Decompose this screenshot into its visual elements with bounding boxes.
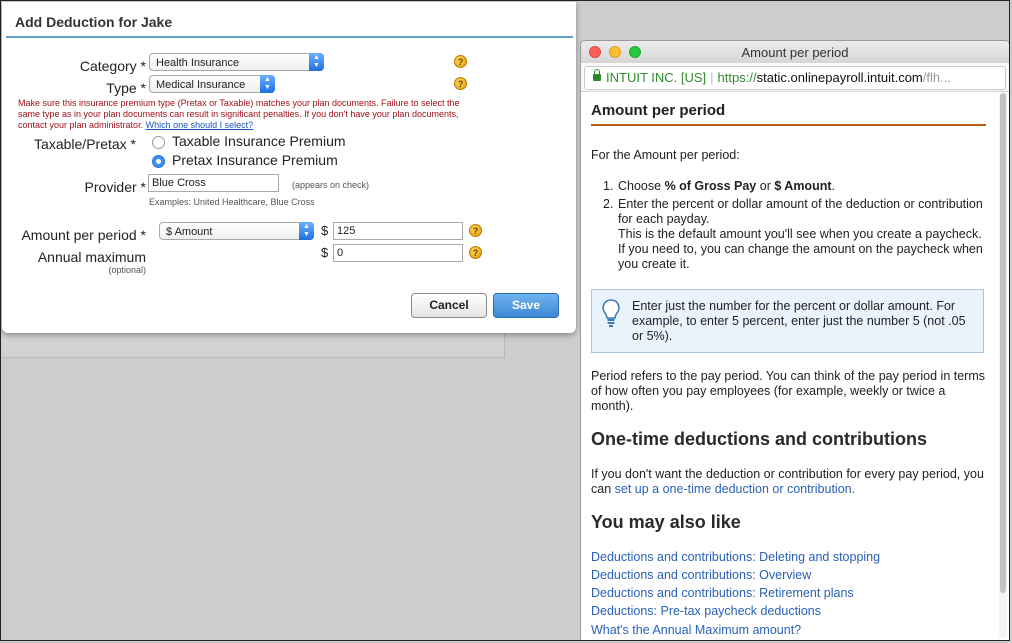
chevron-updown-icon: ▲ ▼ [309,53,324,71]
chevron-updown-icon: ▲ ▼ [260,75,275,93]
category-select-value: Health Insurance [156,57,240,69]
cancel-button[interactable]: Cancel [411,293,487,318]
provider-label: Provider * [84,179,146,195]
url-bar: INTUIT INC. [US] | https://static.onlinepa… [581,63,1009,92]
amount-type-select[interactable]: $ Amount ▲ ▼ [159,222,314,240]
url-host: static.onlinepayroll.intuit.com [756,70,923,85]
currency-symbol: $ [321,223,329,238]
url-scheme: https:// [717,70,757,85]
category-select[interactable]: Health Insurance ▲ ▼ [149,53,324,71]
tip-text: Enter just the number for the percent or… [632,299,966,343]
amount-input[interactable]: 125 [333,222,463,240]
annual-maximum-label: Annual maximum [37,249,146,265]
which-one-link[interactable]: Which one should I select? [146,120,254,130]
window-title: Amount per period [741,45,849,60]
tip-box: Enter just the number for the percent or… [591,289,984,353]
taxable-pretax-label: Taxable/Pretax * [34,136,136,152]
period-text: Period refers to the pay period. You can… [591,369,985,413]
url-org: INTUIT INC. [US] [606,70,707,85]
onetime-text: If you don't want the deduction or contr… [591,467,984,496]
help-icon[interactable]: ? [454,77,467,90]
taxable-radio-label[interactable]: Taxable Insurance Premium [172,133,346,149]
currency-symbol: $ [321,245,329,260]
provider-note: (appears on check) [292,180,370,190]
help-window: Amount per period INTUIT INC. [US] | https… [580,40,1010,641]
help-icon[interactable]: ? [469,246,482,259]
taxable-radio[interactable] [152,136,165,149]
related-link[interactable]: What's the Annual Maximum amount? [591,623,801,637]
related-link[interactable]: Deductions and contributions: Deleting a… [591,550,880,564]
window-titlebar: Amount per period [581,41,1009,64]
save-button[interactable]: Save [493,293,559,318]
intro-text: For the Amount per period: [591,148,740,162]
type-label: Type * [106,80,146,96]
annual-maximum-input[interactable]: 0 [333,244,463,262]
type-select[interactable]: Medical Insurance ▲ ▼ [149,75,275,93]
amount-per-period-label: Amount per period * [21,227,146,243]
category-label: Category * [79,58,146,74]
dialog-title-divider [6,36,573,38]
annual-optional-label: (optional) [108,265,146,275]
onetime-heading: One-time deductions and contributions [591,429,928,449]
onetime-link[interactable]: set up a one-time deduction or contribut… [615,482,855,496]
provider-input[interactable]: Blue Cross [148,174,279,192]
plan-documents-warning: Make sure this insurance premium type (P… [18,98,468,131]
heading-divider [591,124,986,126]
related-link[interactable]: Deductions: Pre-tax paycheck deductions [591,604,821,618]
related-heading: You may also like [591,512,741,532]
amount-type-value: $ Amount [166,226,213,238]
related-link[interactable]: Deductions and contributions: Retirement… [591,586,854,600]
provider-examples: Examples: United Healthcare, Blue Cross [149,197,315,207]
lock-icon [593,69,601,81]
chevron-updown-icon: ▲ ▼ [299,222,314,240]
help-heading: Amount per period [591,102,726,119]
background-panel [2,333,505,358]
dialog-title: Add Deduction for Jake [15,14,173,30]
url-path: /flh... [922,70,951,85]
help-icon[interactable]: ? [454,55,467,68]
scrollbar[interactable] [999,93,1007,638]
lightbulb-icon [602,299,620,327]
scrollbar-thumb[interactable] [1000,93,1006,593]
related-link[interactable]: Deductions and contributions: Overview [591,568,811,582]
pretax-radio-label[interactable]: Pretax Insurance Premium [172,152,338,168]
type-select-value: Medical Insurance [156,79,246,91]
pretax-radio[interactable] [152,155,165,168]
help-icon[interactable]: ? [469,224,482,237]
url-field[interactable]: INTUIT INC. [US] | https://static.onlinepa… [584,66,1006,90]
add-deduction-dialog: Add Deduction for Jake Category * Health… [2,2,576,333]
